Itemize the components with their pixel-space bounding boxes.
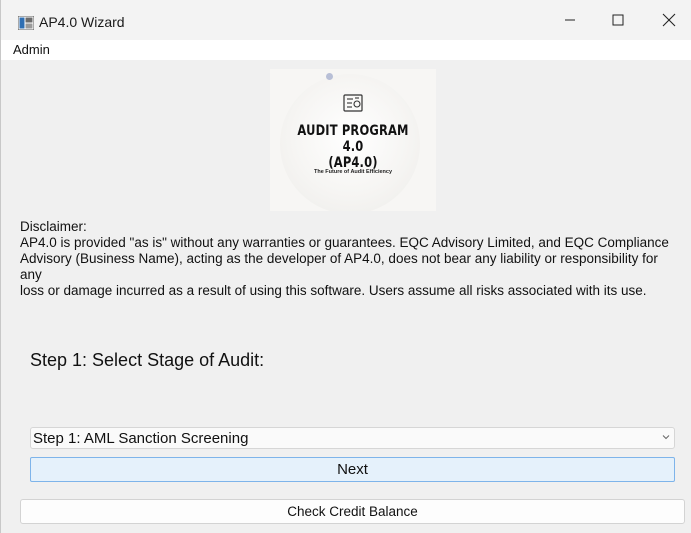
minimize-icon: [565, 19, 575, 21]
disclaimer-body: AP4.0 is provided "as is" without any wa…: [20, 235, 669, 298]
app-icon: [18, 16, 34, 30]
stage-select-value: Step 1: AML Sanction Screening: [33, 430, 249, 447]
logo: AUDIT PROGRAM 4.0 (AP4.0) The Future of …: [270, 69, 436, 211]
check-credit-balance-button[interactable]: Check Credit Balance: [20, 499, 685, 524]
window-title: AP4.0 Wizard: [39, 14, 125, 30]
close-button[interactable]: [646, 0, 691, 40]
logo-tagline: The Future of Audit Efficiency: [313, 169, 393, 175]
stage-select[interactable]: Step 1: AML Sanction Screening: [30, 427, 675, 449]
menu-bar: Admin: [1, 40, 691, 60]
document-scan-icon: [343, 94, 363, 112]
menu-item-admin[interactable]: Admin: [13, 42, 50, 57]
logo-title-line1: AUDIT PROGRAM 4.0: [297, 123, 409, 155]
disclaimer: Disclaimer: AP4.0 is provided "as is" wi…: [20, 219, 682, 299]
maximize-button[interactable]: [595, 0, 641, 40]
next-button[interactable]: Next: [30, 457, 675, 482]
close-icon: [662, 13, 676, 27]
logo-title: AUDIT PROGRAM 4.0 (AP4.0): [285, 123, 421, 171]
logo-dot: [326, 73, 333, 80]
step-heading: Step 1: Select Stage of Audit:: [30, 350, 265, 370]
disclaimer-heading: Disclaimer:: [20, 219, 87, 234]
minimize-button[interactable]: [547, 0, 593, 40]
chevron-down-icon: [662, 435, 670, 440]
app-window: AP4.0 Wizard Admin AUDIT PROGRAM 4.0 (AP…: [0, 0, 691, 533]
title-bar: AP4.0 Wizard: [1, 0, 691, 40]
maximize-icon: [612, 14, 624, 26]
